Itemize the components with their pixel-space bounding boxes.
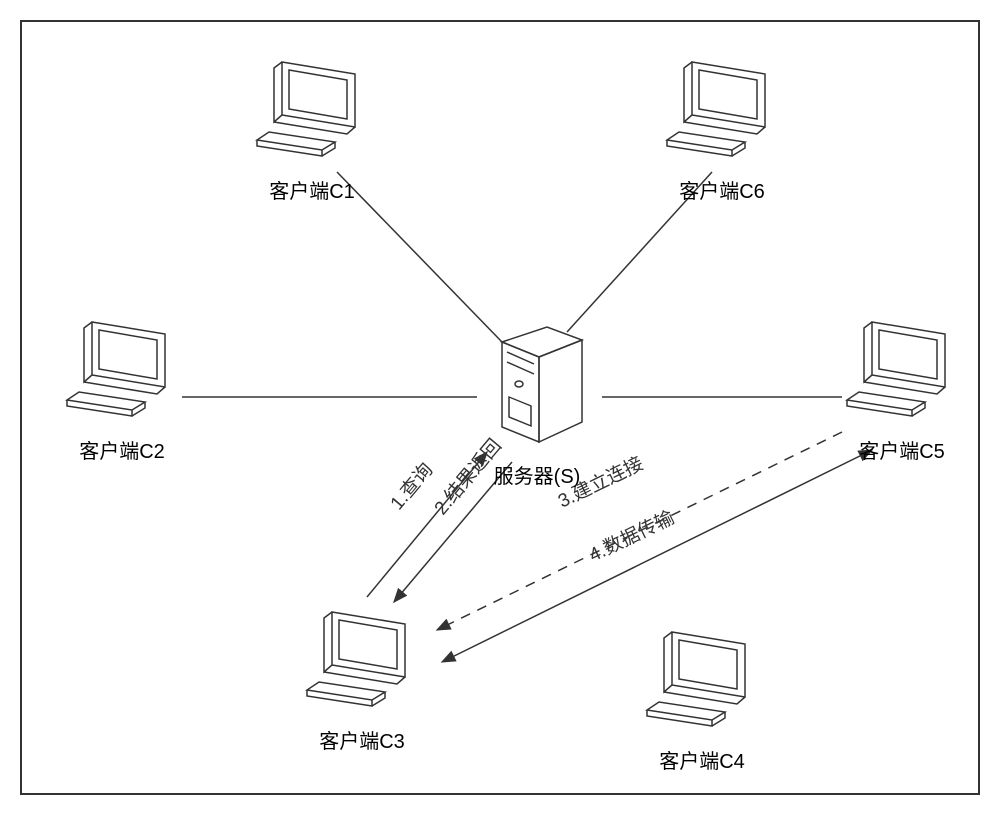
client-c3-label: 客户端C3 (319, 725, 405, 754)
monitor-icon (837, 312, 967, 427)
client-c2-node: 客户端C2 (57, 312, 187, 464)
monitor-icon (297, 602, 427, 717)
monitor-icon (657, 52, 787, 167)
server-label: 服务器(S) (494, 460, 581, 489)
server-icon (477, 322, 597, 452)
client-c3-node: 客户端C3 (297, 602, 427, 754)
client-c5-label: 客户端C5 (859, 435, 945, 464)
server-node: 服务器(S) (477, 322, 597, 489)
client-c1-node: 客户端C1 (247, 52, 377, 204)
client-c5-node: 客户端C5 (837, 312, 967, 464)
client-c6-node: 客户端C6 (657, 52, 787, 204)
monitor-icon (247, 52, 377, 167)
client-c6-label: 客户端C6 (679, 175, 765, 204)
client-c1-label: 客户端C1 (269, 175, 355, 204)
diagram-frame: 1.查询 2.结果返回 3.建立连接 4.数据传输 服务器(S) (20, 20, 980, 795)
client-c2-label: 客户端C2 (79, 435, 165, 464)
monitor-icon (637, 622, 767, 737)
label-query: 1.查询 (386, 459, 437, 514)
label-transfer: 4.数据传输 (586, 506, 678, 566)
client-c4-label: 客户端C4 (659, 745, 745, 774)
client-c4-node: 客户端C4 (637, 622, 767, 774)
monitor-icon (57, 312, 187, 427)
